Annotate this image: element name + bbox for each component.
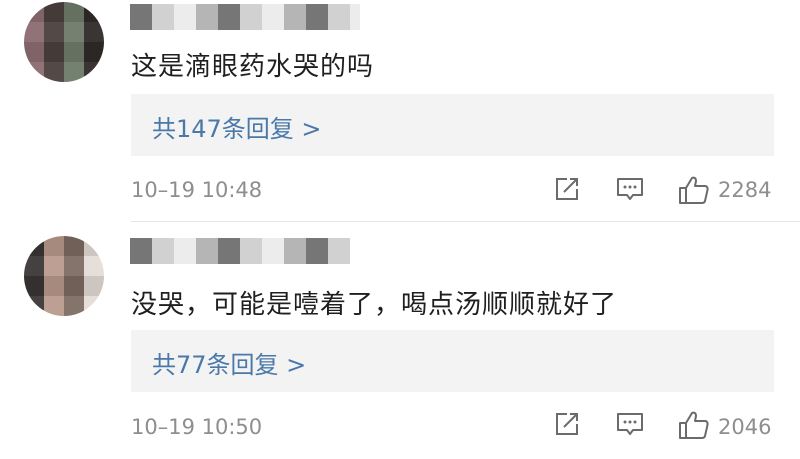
thumbs-up-icon[interactable] <box>677 410 711 440</box>
comment-time: 10–19 10:48 <box>131 178 263 202</box>
comment-reply-icon[interactable] <box>615 175 645 203</box>
view-replies-button[interactable]: 共147条回复 > <box>131 94 774 156</box>
username-blurred[interactable] <box>130 238 350 264</box>
like-count: 2284 <box>718 178 772 202</box>
comment-item: 这是滴眼药水哭的吗 共147条回复 > 10–19 10:48 2284 <box>0 0 800 222</box>
avatar[interactable] <box>24 2 104 82</box>
replies-count-label: 共147条回复 > <box>152 115 322 143</box>
replies-count-label: 共77条回复 > <box>152 351 307 379</box>
thumbs-up-icon[interactable] <box>677 175 711 205</box>
share-icon[interactable] <box>553 410 581 438</box>
share-icon[interactable] <box>553 175 581 203</box>
username-blurred[interactable] <box>130 4 360 30</box>
comment-item: 没哭，可能是噎着了，喝点汤顺顺就好了 共77条回复 > 10–19 10:50 … <box>0 222 800 459</box>
comment-reply-icon[interactable] <box>615 410 645 438</box>
like-count: 2046 <box>718 415 772 439</box>
comment-text: 没哭，可能是噎着了，喝点汤顺顺就好了 <box>131 290 618 320</box>
comment-text: 这是滴眼药水哭的吗 <box>131 52 375 82</box>
comment-time: 10–19 10:50 <box>131 415 263 439</box>
avatar[interactable] <box>24 236 104 316</box>
view-replies-button[interactable]: 共77条回复 > <box>131 330 774 392</box>
